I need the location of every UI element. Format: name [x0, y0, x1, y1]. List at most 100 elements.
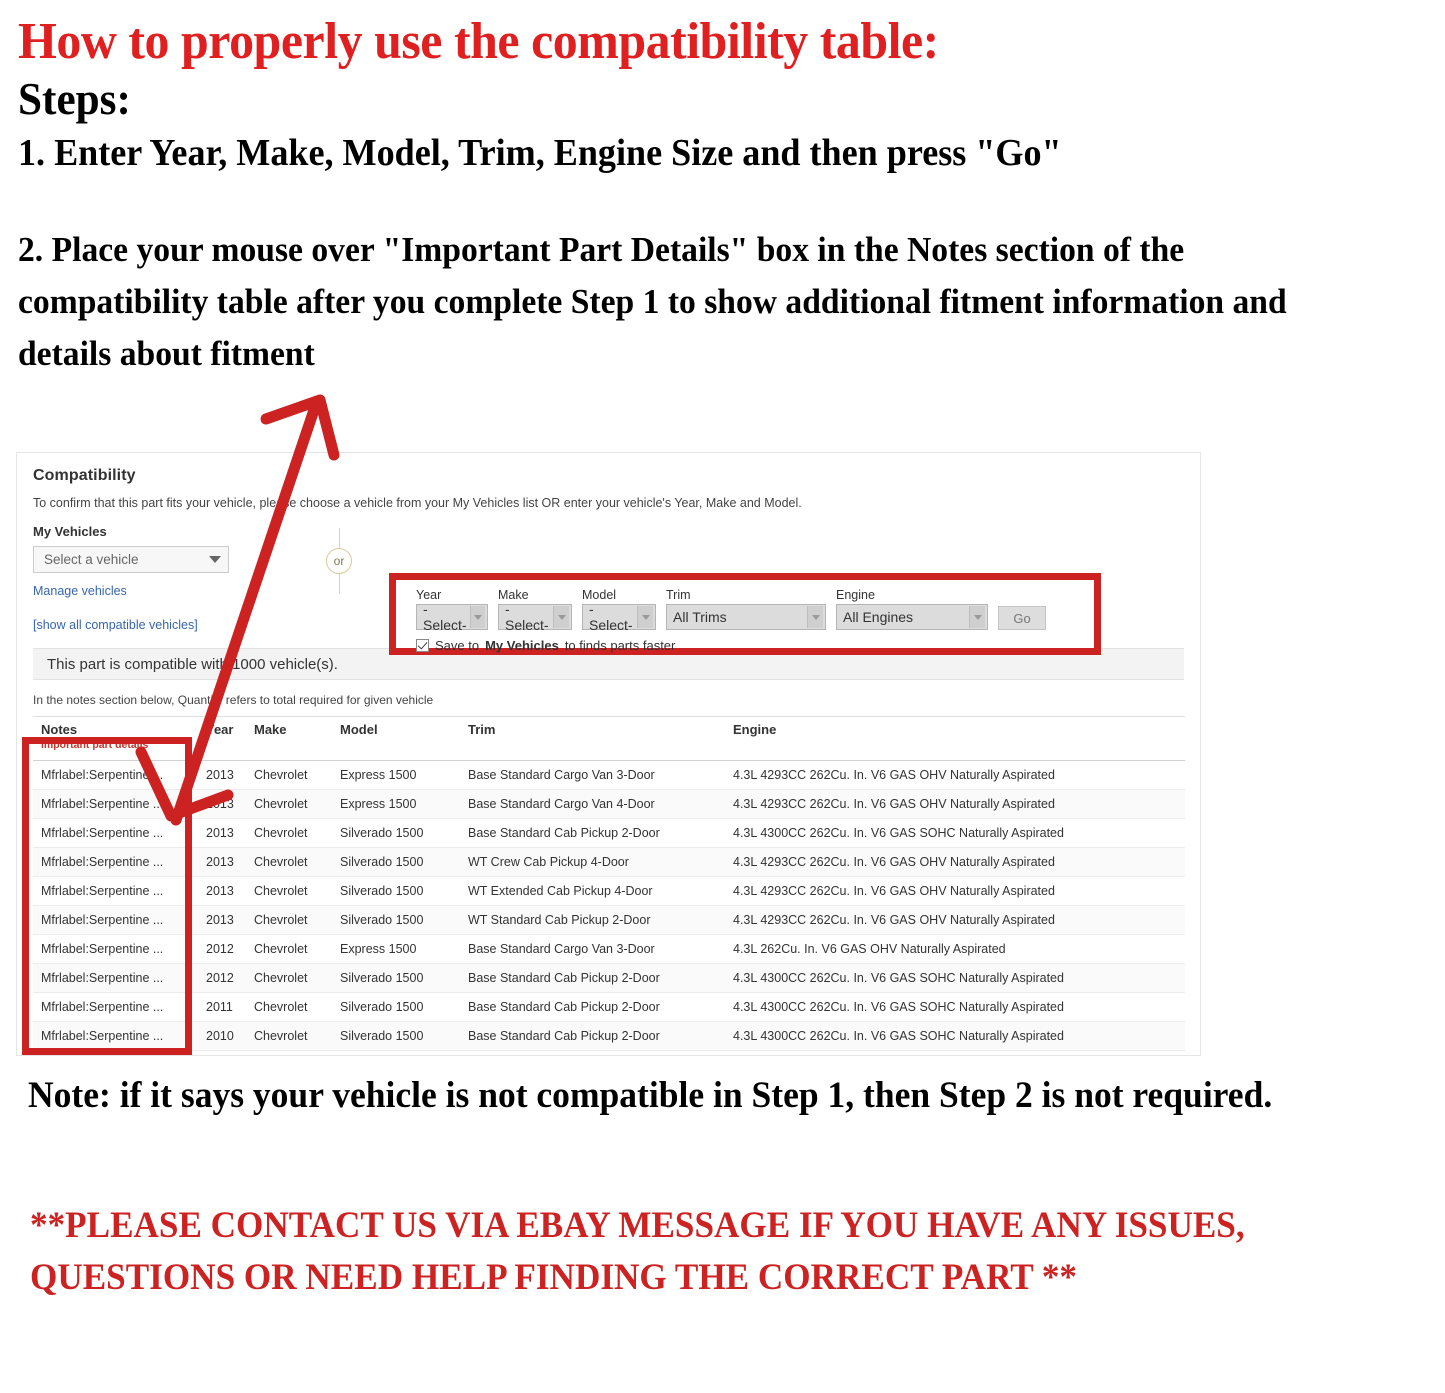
cell-engine: 4.3L 4300CC 262Cu. In. V6 GAS SOHC Natur…	[725, 992, 1185, 1022]
cell-year: 2010	[198, 1050, 246, 1055]
cell-trim: Base Standard Cab Pickup 2-Door	[460, 963, 725, 993]
my-vehicles-block: My Vehicles Select a vehicle Manage vehi…	[33, 524, 279, 598]
table-row[interactable]: Mfrlabel:Serpentine ... 2012 Chevrolet Silv…	[33, 963, 1185, 993]
table-row[interactable]: Mfrlabel:Serpentine ...2010ChevroletSilv…	[33, 1021, 1185, 1051]
trim-label: Trim	[666, 588, 691, 602]
cell-notes: Mfrlabel:Serpentine ...	[33, 847, 198, 877]
column-header-make[interactable]: Make	[246, 716, 332, 761]
engine-select[interactable]: All Engines	[836, 604, 988, 630]
cell-year: 2012	[198, 934, 246, 964]
model-label: Model	[582, 588, 617, 602]
page-title: How to properly use the compatibility ta…	[18, 13, 939, 70]
cell-make: Chevrolet	[246, 760, 332, 790]
cell-trim: Base Standard Cab Pickup 2-Door	[460, 818, 725, 848]
table-row[interactable]: Mfrlabel:Serpentine ... 2013 Chevrolet Silv…	[33, 847, 1185, 877]
my-vehicles-select[interactable]: Select a vehicle	[33, 546, 229, 573]
year-select[interactable]: -Select-	[416, 601, 488, 633]
step-two-text: 2. Place your mouse over "Important Part…	[18, 230, 1287, 373]
cell-model: Silverado 1500	[332, 992, 460, 1022]
model-field: Model -Select-	[582, 588, 656, 633]
cell-trim: WT Extended Cab Pickup 4-Door	[460, 876, 725, 906]
trim-select[interactable]: All Trims	[666, 604, 826, 630]
cell-year: 2013	[198, 876, 246, 906]
cell-make: Chevrolet	[246, 876, 332, 906]
cell-notes: Mfrlabel:Serpentine ...	[33, 876, 198, 906]
cell-trim: Base Standard Cargo Van 3-Door	[460, 934, 725, 964]
table-row[interactable]: Mfrlabel:Serpentine ... 2013 Chevrolet Expr…	[33, 789, 1185, 819]
cell-notes: Mfrlabel:Serpentine ...	[33, 905, 198, 935]
my-vehicles-label: My Vehicles	[33, 524, 107, 539]
chevron-down-icon	[637, 606, 653, 628]
table-row[interactable]: Mfrlabel:Serpentine ... 2013 Chevrolet Silv…	[33, 876, 1185, 906]
save-to-my-vehicles-row[interactable]: Save to My Vehicles to finds parts faste…	[396, 630, 1094, 653]
cell-model: Silverado 1500	[332, 1021, 460, 1051]
cell-notes: Mfrlabel:Serpentine ...	[33, 760, 198, 790]
cell-notes: Mfrlabel:Serpentine ...	[33, 818, 198, 848]
chevron-down-icon	[807, 606, 823, 628]
chevron-down-icon	[469, 606, 485, 628]
table-row[interactable]: Mfrlabel:Serpentine ...2010ChevroletSilv…	[33, 1050, 1185, 1055]
cell-make: Chevrolet	[246, 1050, 332, 1055]
cell-year: 2010	[198, 1021, 246, 1051]
cell-make: Chevrolet	[246, 789, 332, 819]
table-row[interactable]: Mfrlabel:Serpentine ... 2013 Chevrolet Silv…	[33, 818, 1185, 848]
manage-vehicles-link[interactable]: Manage vehicles	[33, 584, 279, 598]
instructions-block: How to properly use the compatibility ta…	[0, 0, 1445, 380]
compatibility-panel: Compatibility To confirm that this part …	[16, 452, 1201, 1056]
steps-label: Steps:	[18, 73, 131, 125]
cell-year: 2013	[198, 789, 246, 819]
column-header-notes[interactable]: Notes Important part details	[33, 716, 198, 761]
cell-year: 2013	[198, 905, 246, 935]
cell-model: Silverado 1500	[332, 905, 460, 935]
cell-make: Chevrolet	[246, 963, 332, 993]
chevron-down-icon	[209, 556, 221, 563]
cell-trim: Base Standard Cab Pickup 2-Door	[460, 1021, 725, 1051]
cell-model: Silverado 1500	[332, 818, 460, 848]
cell-model: Express 1500	[332, 760, 460, 790]
cell-engine: 4.3L 4300CC 262Cu. In. V6 GAS SOHC Natur…	[725, 1021, 1185, 1051]
table-row[interactable]: Mfrlabel:Serpentine ... 2013 Chevrolet Silv…	[33, 905, 1185, 935]
cell-engine: 4.3L 262Cu. In. V6 GAS OHV Naturally Asp…	[725, 934, 1185, 964]
or-line-bottom	[338, 574, 340, 594]
important-part-details-label: Important part details	[41, 739, 149, 751]
go-button[interactable]: Go	[998, 606, 1046, 630]
cell-model: Silverado 1500	[332, 876, 460, 906]
column-header-year[interactable]: Year	[198, 716, 246, 761]
table-row[interactable]: Mfrlabel:Serpentine ... 2011 Chevrolet Silv…	[33, 992, 1185, 1022]
model-select[interactable]: -Select-	[582, 601, 656, 633]
quantity-note: In the notes section below, Quantity ref…	[33, 693, 434, 707]
step-one-text: 1. Enter Year, Make, Model, Trim, Engine…	[18, 131, 1062, 174]
column-header-model[interactable]: Model	[332, 716, 460, 761]
model-value: -Select-	[589, 601, 633, 633]
cell-year: 2011	[198, 992, 246, 1022]
cell-make: Chevrolet	[246, 905, 332, 935]
cell-make: Chevrolet	[246, 847, 332, 877]
vehicle-chooser-row: My Vehicles Select a vehicle Manage vehi…	[33, 524, 1184, 655]
column-header-engine[interactable]: Engine	[725, 716, 1185, 761]
or-line-top	[338, 528, 340, 548]
cell-year: 2013	[198, 847, 246, 877]
year-field: Year -Select-	[416, 588, 488, 633]
cell-make: Chevrolet	[246, 818, 332, 848]
cell-year: 2013	[198, 760, 246, 790]
table-row[interactable]: Mfrlabel:Serpentine ... 2012 Chevrolet Expr…	[33, 934, 1185, 964]
cell-notes: Mfrlabel:Serpentine ...	[33, 934, 198, 964]
or-badge: or	[326, 548, 352, 574]
trim-value: All Trims	[673, 609, 727, 625]
make-field: Make -Select-	[498, 588, 572, 633]
table-row[interactable]: Mfrlabel:Serpentine ... 2013 Chevrolet Expr…	[33, 760, 1185, 790]
save-vehicle-checkbox[interactable]	[416, 639, 429, 652]
column-header-trim[interactable]: Trim	[460, 716, 725, 761]
cell-trim: WT Crew Cab Pickup 4-Door	[460, 1050, 725, 1055]
cell-engine: 4.3L 4300CC 262Cu. In. V6 GAS SOHC Natur…	[725, 818, 1185, 848]
cell-trim: WT Standard Cab Pickup 2-Door	[460, 905, 725, 935]
cell-model: Silverado 1500	[332, 963, 460, 993]
save-bold-label: My Vehicles	[485, 638, 559, 653]
fitment-table: Notes Important part details Year Make M…	[33, 716, 1185, 1055]
table-header-row: Notes Important part details Year Make M…	[33, 716, 1185, 761]
fitment-table-body: Mfrlabel:Serpentine ... 2013 Chevrolet Expr…	[33, 760, 1185, 1055]
cell-trim: Base Standard Cargo Van 4-Door	[460, 789, 725, 819]
make-select[interactable]: -Select-	[498, 601, 572, 633]
year-value: -Select-	[423, 601, 467, 633]
cell-notes: Mfrlabel:Serpentine ...	[33, 1021, 198, 1051]
